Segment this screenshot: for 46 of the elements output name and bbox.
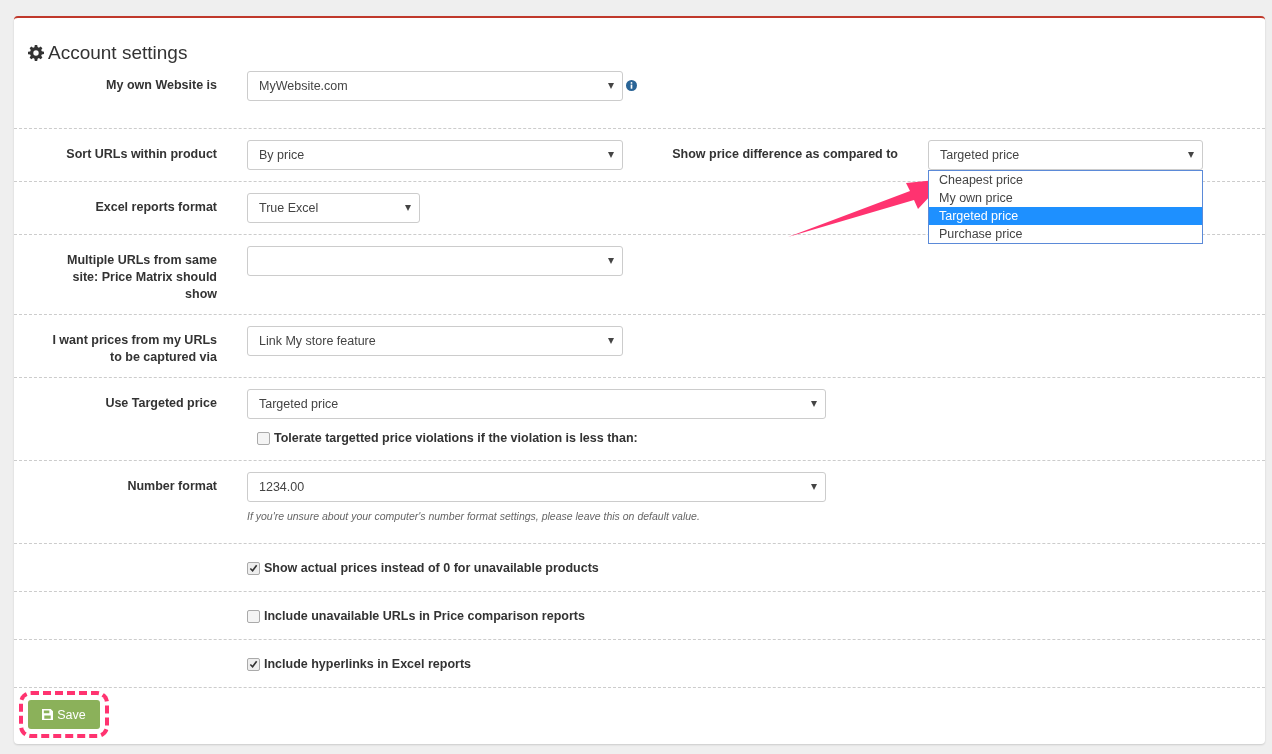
checkbox-label: Tolerate targetted price violations if the violation is less than: (274, 431, 638, 445)
select-field[interactable]: 1234.00 (247, 472, 826, 502)
select-field[interactable]: True Excel (247, 193, 420, 223)
checkbox[interactable] (257, 431, 270, 445)
page-title: Account settings (48, 42, 188, 64)
select-value: Link My store feature (259, 334, 376, 348)
select-field[interactable]: By price (247, 140, 623, 170)
caret-icon (608, 83, 614, 89)
checkbox[interactable] (247, 657, 260, 671)
caret-icon (608, 258, 614, 264)
select-value: By price (259, 148, 305, 162)
checkbox-label: Include unavailable URLs in Price comparison reports (264, 609, 585, 623)
field-label: Excel reports format (95, 199, 217, 216)
help-text: If you're unsure about your computer's number format settings, please leave this on default value. (247, 510, 701, 522)
select-field[interactable]: Targeted price (928, 140, 1203, 170)
caret-icon (811, 484, 817, 490)
gear-icon (28, 45, 44, 61)
select-value: Targeted price (940, 148, 1020, 162)
field-label: Number format (127, 478, 217, 495)
info-icon[interactable] (626, 80, 637, 91)
caret-icon (608, 338, 614, 344)
dropdown-option[interactable]: My own price (929, 189, 1202, 207)
checkbox-label: Include hyperlinks in Excel reports (264, 657, 471, 671)
caret-icon (811, 401, 817, 407)
select-value: True Excel (259, 201, 319, 215)
dropdown-option[interactable]: Purchase price (929, 225, 1202, 243)
select-value: Targeted price (259, 397, 339, 411)
field-label: My own Website is (106, 77, 217, 94)
checkbox-label: Show actual prices instead of 0 for unavailable products (264, 561, 599, 575)
caret-icon (1188, 152, 1194, 158)
field-label: I want prices from my URLs to be captured via (52, 332, 217, 366)
field-label: Multiple URLs from same site: Price Matrix should show (65, 252, 217, 303)
caret-icon (608, 152, 614, 158)
field-label: Show price difference as compared to (671, 146, 899, 163)
dropdown-option[interactable]: Cheapest price (929, 171, 1202, 189)
caret-icon (405, 205, 411, 211)
checkbox[interactable] (247, 561, 260, 575)
field-label: Sort URLs within product (66, 146, 217, 163)
select-field[interactable]: Targeted price (247, 389, 826, 419)
select-field[interactable]: MyWebsite.com (247, 71, 623, 101)
select-field[interactable] (247, 246, 623, 276)
select-field[interactable]: Link My store feature (247, 326, 623, 356)
field-label: Use Targeted price (105, 395, 217, 412)
select-value: MyWebsite.com (259, 79, 348, 93)
checkbox[interactable] (247, 609, 260, 623)
select-value: 1234.00 (259, 480, 305, 494)
